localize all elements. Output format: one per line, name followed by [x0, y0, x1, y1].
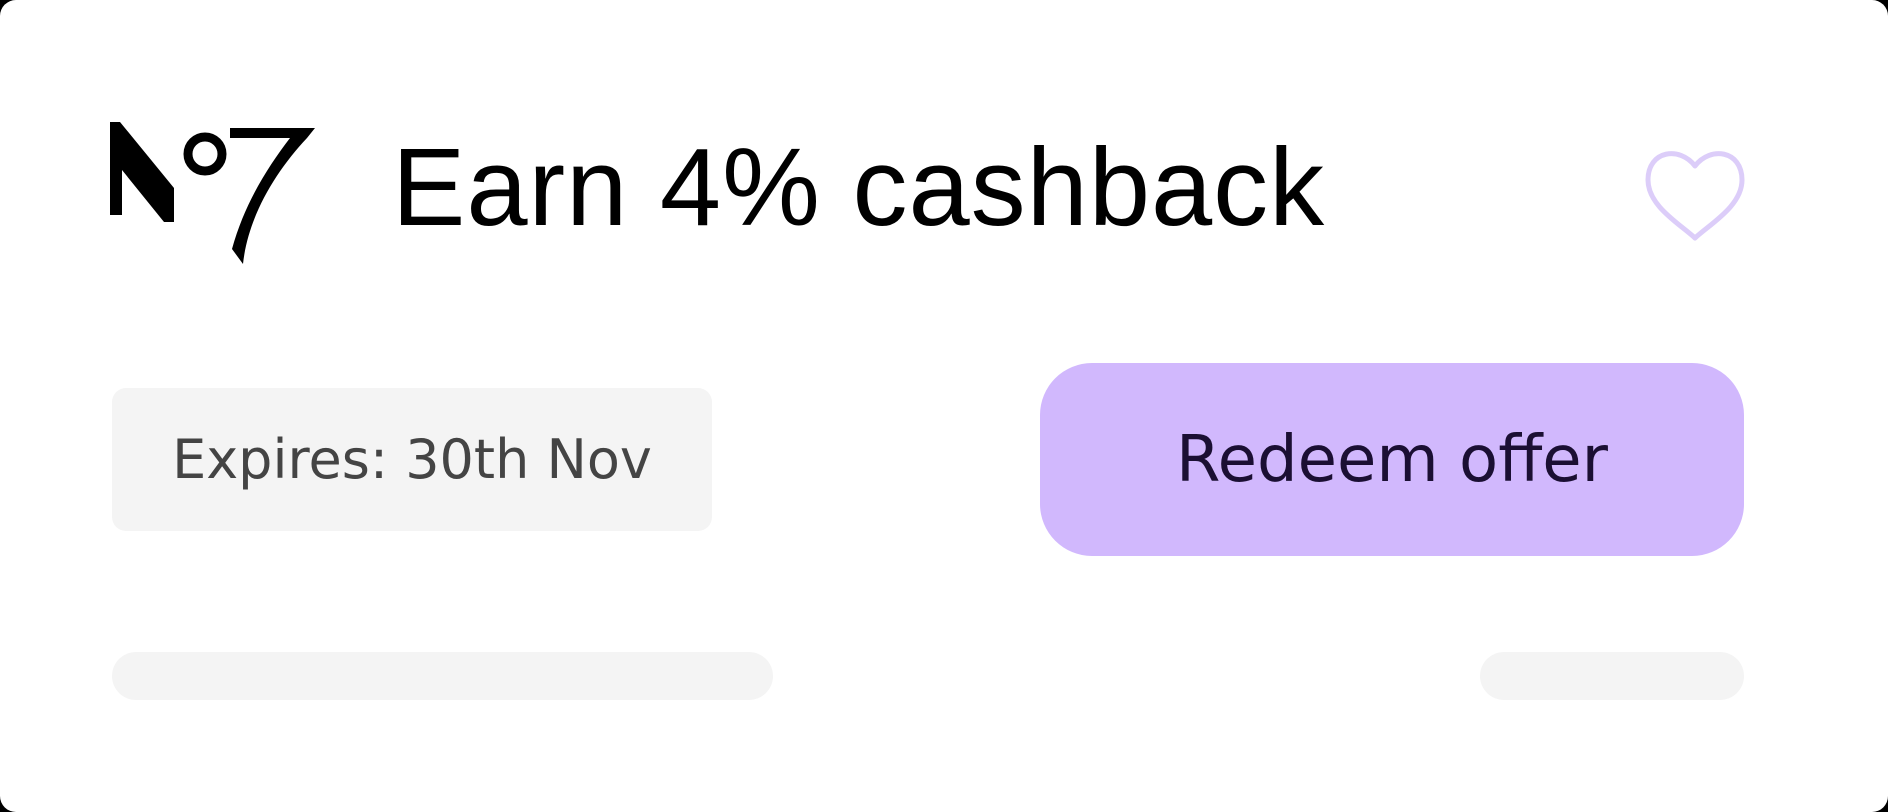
favorite-button[interactable] [1640, 144, 1750, 244]
expiry-badge: Expires: 30th Nov [112, 388, 712, 531]
redeem-offer-button[interactable]: Redeem offer [1040, 363, 1744, 556]
redeem-offer-label: Redeem offer [1176, 422, 1608, 497]
offer-title: Earn 4% cashback [392, 126, 1326, 249]
heart-outline-icon [1645, 151, 1745, 241]
offer-card: Earn 4% cashback Expires: 30th Nov Redee… [0, 0, 1888, 812]
loading-placeholder-right [1480, 652, 1744, 700]
loading-placeholder-left [112, 652, 773, 700]
no7-logo [110, 122, 315, 264]
expiry-label: Expires: 30th Nov [172, 428, 652, 491]
